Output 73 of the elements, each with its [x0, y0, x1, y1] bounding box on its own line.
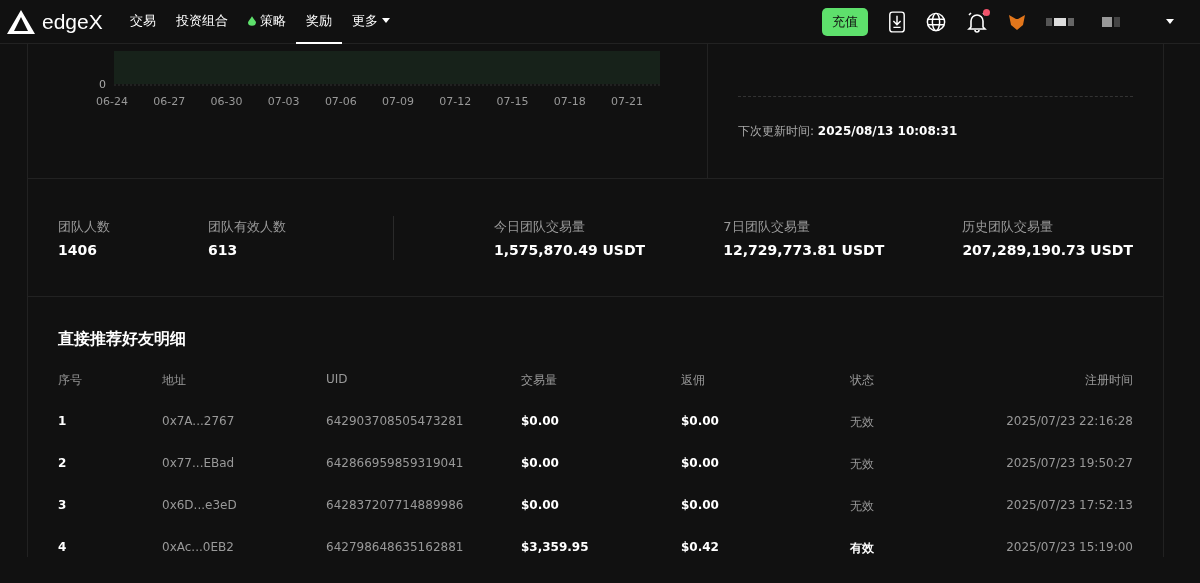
stat-value: 1,575,870.49 USDT [494, 241, 646, 258]
table-cell-text: 642866959859319041 [326, 456, 465, 472]
table-cell-text: $0.00 [521, 414, 560, 430]
stat-label: 今日团队交易量 [494, 217, 586, 236]
brand-name: edgeX [42, 9, 103, 34]
nav-tab[interactable]: 交易 [120, 0, 166, 44]
status-cell-text: 无效 [850, 456, 875, 473]
table-cell-text: $0.00 [521, 456, 560, 472]
column-header: 交易量 [521, 372, 558, 389]
table-cell-text: 0x6D...e3eD [162, 498, 238, 514]
table-cell-text: 1 [58, 414, 68, 430]
axis-tick-label: 07-21 [610, 95, 643, 108]
stat-value: 12,729,773.81 USDT [723, 241, 885, 258]
status-cell-text: 无效 [850, 498, 875, 515]
table-cell-text: $3,359.95 [521, 540, 590, 556]
nav-tab[interactable]: 更多 [342, 0, 400, 44]
axis-tick-label: 07-03 [267, 95, 300, 108]
globe-icon[interactable] [926, 11, 946, 32]
axis-tick-label: 07-12 [439, 95, 472, 108]
axis-tick-label: 07-06 [324, 95, 357, 108]
caret-icon [382, 18, 390, 23]
fox-avatar-icon[interactable] [1008, 12, 1026, 31]
stat-label: 7日团队交易量 [723, 217, 811, 236]
axis-tick-label: 06-24 [96, 95, 128, 108]
section-title: 直接推荐好友明细 [58, 329, 187, 350]
table-cell-text: $0.00 [681, 414, 720, 430]
axis-tick-label: 07-09 [382, 95, 415, 108]
table-cell-text: 2025/07/23 22:16:28 [1005, 414, 1133, 430]
stat-value: 613 [208, 241, 239, 258]
nav-tab[interactable]: 奖励 [296, 0, 342, 44]
stat-value: 1406 [58, 241, 98, 258]
column-header: UID [326, 372, 349, 388]
table-cell-text: 642837207714889986 [326, 498, 465, 514]
table-cell-text: 642798648635162881 [326, 540, 465, 556]
logo-icon [6, 8, 36, 35]
table-cell-text: 4 [58, 540, 68, 556]
table-cell-text: 0x7A...2767 [162, 414, 236, 430]
deposit-button[interactable]: 充值 [822, 7, 868, 36]
bell-icon[interactable] [966, 10, 988, 33]
column-header: 序号 [58, 372, 83, 389]
axis-tick-label: 0 [98, 79, 106, 90]
column-header: 返佣 [681, 372, 706, 389]
axis-tick-label: 06-27 [153, 95, 186, 108]
stat-label: 历史团队交易量 [962, 217, 1055, 236]
stat-label: 团队有效人数 [208, 217, 287, 236]
status-cell-text: 无效 [850, 414, 875, 431]
table-cell-text: $0.00 [521, 498, 560, 514]
table-cell-text: 2 [58, 456, 68, 472]
table-cell-text: 2025/07/23 17:52:13 [1005, 498, 1133, 514]
column-header: 注册时间 [1084, 372, 1133, 389]
column-header: 地址 [162, 372, 187, 389]
caret-icon[interactable] [1166, 19, 1174, 24]
column-header: 状态 [850, 372, 875, 389]
status-cell-text: 有效 [850, 540, 875, 557]
download-icon[interactable] [888, 10, 906, 33]
table-cell-text: 2025/07/23 19:50:27 [1005, 456, 1133, 472]
table-cell-text: 0x77...EBad [162, 456, 236, 472]
table-cell-text: 642903708505473281 [326, 414, 465, 430]
nav-tab[interactable]: 策略 [238, 0, 296, 44]
table-cell-text: 3 [58, 498, 68, 514]
axis-tick-label: 07-18 [553, 95, 586, 108]
stat-label: 团队人数 [58, 217, 111, 236]
nav-tab[interactable]: 投资组合 [166, 0, 238, 44]
axis-tick-label: 07-15 [496, 95, 529, 108]
table-cell-text: $0.42 [681, 540, 720, 556]
table-cell-text: 0xAc...0EB2 [162, 540, 235, 556]
table-cell-text: 2025/07/23 15:19:00 [1005, 540, 1133, 556]
stat-value: 207,289,190.73 USDT [962, 241, 1133, 258]
next-update-text: 下次更新时间: 2025/08/13 10:08:31 [738, 123, 959, 140]
table-cell-text: $0.00 [681, 498, 720, 514]
drop-icon [248, 15, 256, 26]
axis-tick-label: 06-30 [210, 95, 243, 108]
table-cell-text: $0.00 [681, 456, 720, 472]
